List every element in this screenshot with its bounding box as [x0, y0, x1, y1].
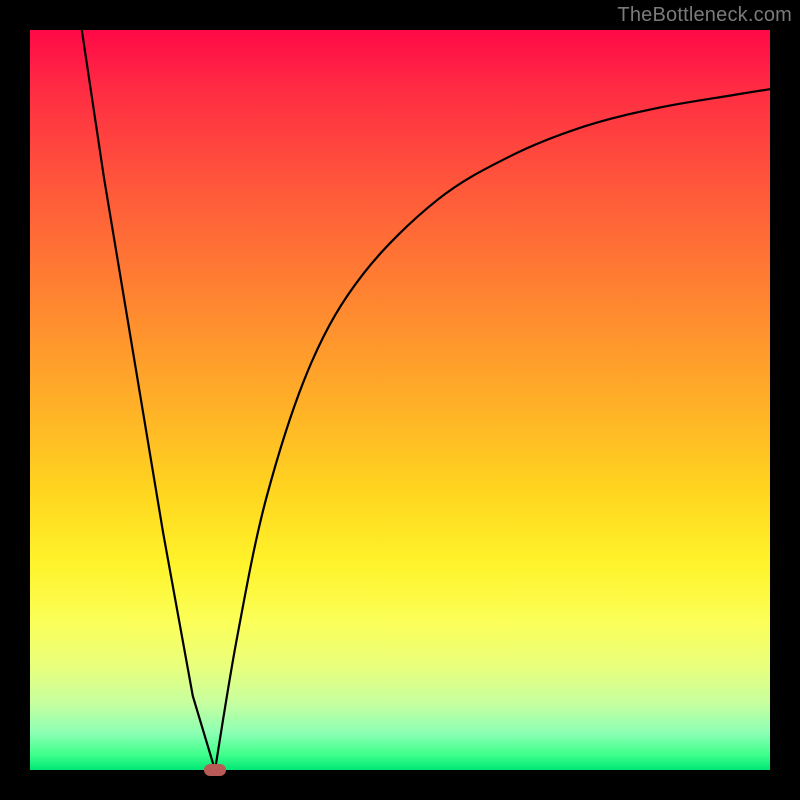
curve-layer — [30, 30, 770, 770]
chart-frame: TheBottleneck.com — [0, 0, 800, 800]
curve-right-branch — [215, 89, 770, 770]
watermark-label: TheBottleneck.com — [617, 4, 792, 27]
minimum-marker — [204, 764, 226, 776]
plot-area — [30, 30, 770, 770]
curve-left-branch — [82, 30, 215, 770]
